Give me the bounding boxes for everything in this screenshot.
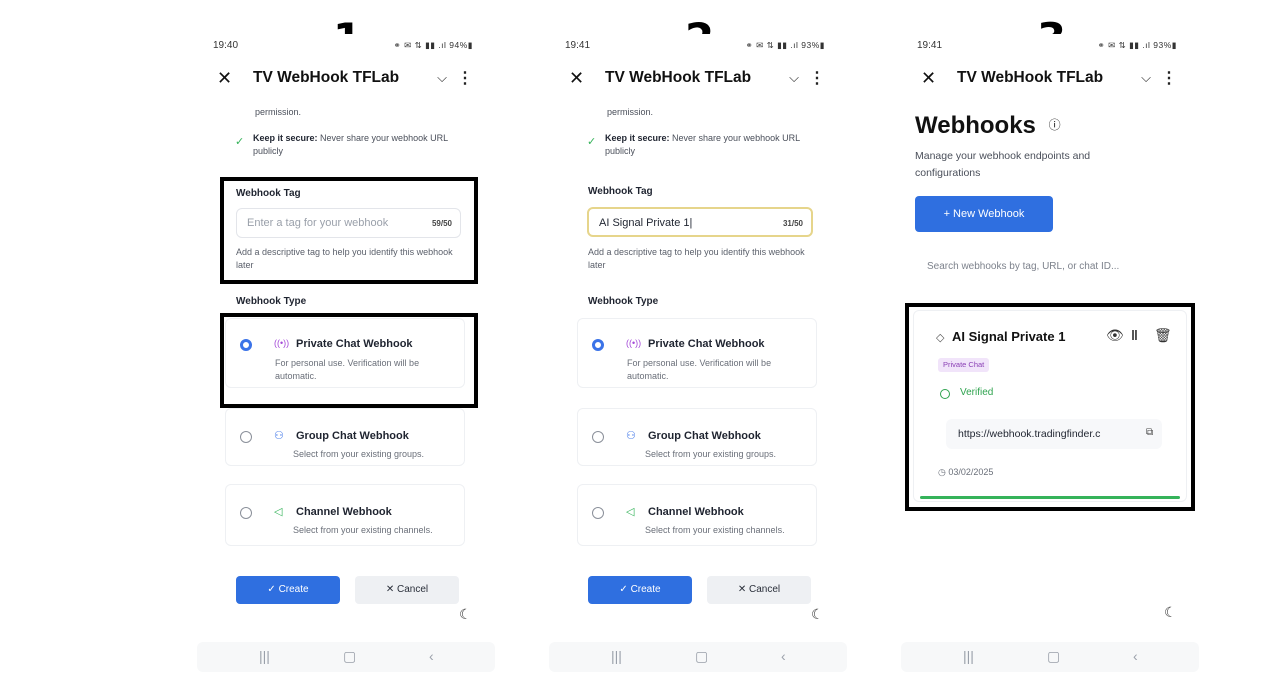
option-desc: Select from your existing channels. — [293, 525, 433, 535]
check-icon: ✓ — [235, 136, 245, 148]
back-icon[interactable]: ‹ — [1133, 648, 1138, 664]
system-nav-bar: ||| ▢ ‹ — [901, 642, 1199, 672]
webhook-tag-label: Webhook Tag — [588, 186, 653, 197]
create-button[interactable]: ✓ Create — [588, 576, 692, 604]
group-users-icon: ⚇ — [626, 430, 636, 442]
option-group-chat[interactable]: ⚇ Group Chat Webhook Select from your ex… — [577, 408, 817, 466]
status-time: 19:41 — [565, 40, 591, 51]
option-channel[interactable]: ◁ Channel Webhook Select from your exist… — [225, 484, 465, 546]
page-subtitle: Manage your webhook endpoints and config… — [915, 150, 1091, 179]
highlight-webhook-card — [905, 303, 1195, 511]
moon-icon[interactable]: ☾ — [811, 606, 824, 623]
status-time: 19:40 — [213, 40, 239, 51]
megaphone-icon: ◁ — [274, 506, 283, 518]
moon-icon[interactable]: ☾ — [1164, 604, 1177, 621]
option-title: Channel Webhook — [648, 506, 744, 518]
back-icon[interactable]: ‹ — [429, 648, 434, 664]
status-bar: 19:41 ⚭ ✉ ⇅ ▮▮ .ıl 93%▮ — [911, 34, 1189, 56]
webhook-type-label: Webhook Type — [236, 296, 307, 307]
status-icons: ⚭ ✉ ⇅ ▮▮ .ıl 93%▮ — [1097, 40, 1177, 50]
option-title: Group Chat Webhook — [648, 430, 761, 442]
create-button[interactable]: ✓ Create — [236, 576, 340, 604]
close-icon[interactable]: ✕ — [569, 68, 584, 89]
webhook-tag-input[interactable]: AI Signal Private 1| 31/50 — [587, 207, 813, 237]
moon-icon[interactable]: ☾ — [459, 606, 472, 623]
back-icon[interactable]: ‹ — [781, 648, 786, 664]
cancel-button[interactable]: ✕ Cancel — [355, 576, 459, 604]
app-title: TV WebHook TFLab — [957, 69, 1104, 86]
option-title: Private Chat Webhook — [648, 338, 765, 350]
security-tip-text: Keep it secure: Never share your webhook… — [253, 132, 453, 158]
status-bar: 19:41 ⚭ ✉ ⇅ ▮▮ .ıl 93%▮ — [559, 34, 837, 56]
home-icon[interactable]: ▢ — [695, 648, 708, 665]
option-desc: For personal use. Verification will be a… — [627, 358, 772, 381]
radio-channel[interactable] — [240, 507, 252, 519]
home-icon[interactable]: ▢ — [1047, 648, 1060, 665]
help-icon[interactable]: ⓘ — [1049, 118, 1061, 132]
cut-text: permission. — [255, 107, 302, 117]
broadcast-icon: ((•)) — [626, 338, 642, 348]
webhook-tag-hint: Add a descriptive tag to help you identi… — [588, 247, 805, 270]
status-time: 19:41 — [917, 40, 943, 51]
status-bar: 19:40 ⚭ ✉ ⇅ ▮▮ .ıl 94%▮ — [207, 34, 485, 56]
search-input[interactable]: Search webhooks by tag, URL, or chat ID.… — [915, 252, 1175, 282]
chevron-down-icon[interactable]: ⌵ — [437, 70, 447, 86]
page-title-text: Webhooks — [915, 112, 1036, 139]
status-icons: ⚭ ✉ ⇅ ▮▮ .ıl 94%▮ — [393, 40, 473, 50]
app-title: TV WebHook TFLab — [253, 69, 400, 86]
highlight-tag-field — [220, 177, 478, 284]
close-icon[interactable]: ✕ — [217, 68, 232, 89]
close-icon[interactable]: ✕ — [921, 68, 936, 89]
phone-screen-2: 19:41 ⚭ ✉ ⇅ ▮▮ .ıl 93%▮ ✕ TV WebHook TFL… — [559, 34, 837, 630]
char-counter: 31/50 — [782, 219, 803, 228]
system-nav-bar: ||| ▢ ‹ — [197, 642, 495, 672]
more-menu-icon[interactable]: ⋮ — [457, 68, 473, 88]
radio-group-chat[interactable] — [592, 431, 604, 443]
system-nav-bar: ||| ▢ ‹ — [549, 642, 847, 672]
security-tip-bold: Keep it secure: — [253, 133, 318, 143]
chevron-down-icon[interactable]: ⌵ — [789, 70, 799, 86]
recent-apps-icon[interactable]: ||| — [611, 648, 622, 664]
status-icons: ⚭ ✉ ⇅ ▮▮ .ıl 93%▮ — [745, 40, 825, 50]
cancel-button[interactable]: ✕ Cancel — [707, 576, 811, 604]
webhook-tag-value: AI Signal Private 1| — [599, 217, 693, 229]
webhook-type-label: Webhook Type — [588, 296, 659, 307]
cut-text: permission. — [607, 107, 654, 117]
app-bar: ✕ TV WebHook TFLab ⌵ ⋮ — [207, 58, 485, 98]
more-menu-icon[interactable]: ⋮ — [809, 68, 825, 88]
group-users-icon: ⚇ — [274, 430, 284, 442]
option-desc: Select from your existing channels. — [645, 525, 785, 535]
option-title: Channel Webhook — [296, 506, 392, 518]
security-tip-text: Keep it secure: Never share your webhook… — [605, 132, 805, 158]
more-menu-icon[interactable]: ⋮ — [1161, 68, 1177, 88]
highlight-private-option — [220, 313, 478, 408]
option-desc: Select from your existing groups. — [645, 449, 777, 459]
radio-channel[interactable] — [592, 507, 604, 519]
option-group-chat[interactable]: ⚇ Group Chat Webhook Select from your ex… — [225, 408, 465, 466]
option-title: Group Chat Webhook — [296, 430, 409, 442]
radio-private-chat[interactable] — [592, 339, 604, 351]
security-tip-bold: Keep it secure: — [605, 133, 670, 143]
radio-group-chat[interactable] — [240, 431, 252, 443]
recent-apps-icon[interactable]: ||| — [259, 648, 270, 664]
new-webhook-button[interactable]: + New Webhook — [915, 196, 1053, 232]
page-title: Webhooks ⓘ — [915, 112, 1061, 140]
option-desc: Select from your existing groups. — [293, 449, 425, 459]
recent-apps-icon[interactable]: ||| — [963, 648, 974, 664]
home-icon[interactable]: ▢ — [343, 648, 356, 665]
check-icon: ✓ — [587, 136, 597, 148]
app-bar: ✕ TV WebHook TFLab ⌵ ⋮ — [559, 58, 837, 98]
option-private-chat[interactable]: ((•)) Private Chat Webhook For personal … — [577, 318, 817, 388]
app-bar: ✕ TV WebHook TFLab ⌵ ⋮ — [911, 58, 1189, 98]
chevron-down-icon[interactable]: ⌵ — [1141, 70, 1151, 86]
megaphone-icon: ◁ — [626, 506, 635, 518]
app-title: TV WebHook TFLab — [605, 69, 752, 86]
option-channel[interactable]: ◁ Channel Webhook Select from your exist… — [577, 484, 817, 546]
